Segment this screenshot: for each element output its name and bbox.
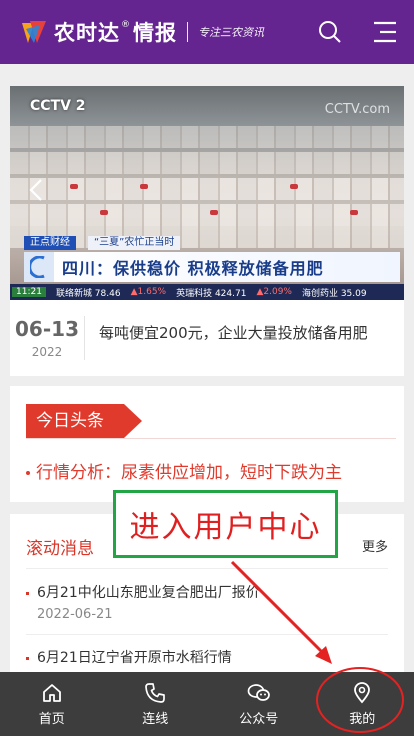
carousel-image[interactable]: CCTV 2 CCTV.com 正点财经 “三夏”农忙正当时 四川：保供稳价 积… (10, 86, 404, 300)
brand-suffix: 情报 (133, 21, 177, 45)
location-pin-icon (354, 681, 371, 703)
caption-divider (84, 316, 85, 360)
carousel-prev-button[interactable] (24, 176, 48, 204)
news-carousel[interactable]: CCTV 2 CCTV.com 正点财经 “三夏”农忙正当时 四川：保供稳价 积… (10, 86, 404, 376)
list-item-title: 6月21中化山东肥业复合肥出厂报价 (37, 585, 260, 601)
registered-mark-icon: ® (121, 20, 130, 30)
carousel-caption[interactable]: 06-13 2022 每吨便宜200元，企业大量投放储备用肥 (10, 300, 404, 376)
ticker-logo-icon (24, 252, 54, 282)
caption-date-md: 06-13 (15, 317, 79, 341)
headline-tag: 今日头条 (26, 404, 124, 438)
nav-item-mine[interactable]: 我的 (311, 672, 414, 736)
top-header: 农时达 ® 情报 专注三农资讯 (0, 0, 414, 64)
stock-item: 联络新城 78.46 (55, 288, 121, 299)
nav-item-home[interactable]: 首页 (0, 672, 104, 736)
headline-divider (26, 438, 396, 439)
list-item-date: 2022-06-21 (37, 607, 113, 622)
stock-change: ▲1.65% (130, 287, 167, 297)
stock-item: 英瑞科技 424.71 (176, 288, 247, 299)
headline-item-text: 行情分析：尿素供应增加，短时下跌为主 (36, 463, 342, 483)
stock-bar: 11:21 联络新城 78.46 ▲1.65% 英瑞科技 424.71 ▲2.0… (10, 284, 404, 300)
chevron-left-icon (29, 179, 42, 201)
caption-date-year: 2022 (31, 345, 63, 359)
bullet-icon (26, 471, 30, 475)
nav-label: 公众号 (239, 711, 279, 727)
stock-time: 11:21 (12, 287, 46, 297)
bullet-icon (26, 591, 29, 595)
channel-logo: CCTV 2 (30, 98, 86, 114)
divider (26, 634, 388, 635)
ticker-topic: “三夏”农忙正当时 (88, 236, 181, 250)
brand-logo-icon (20, 19, 48, 45)
menu-icon[interactable] (370, 18, 398, 46)
bullet-icon (26, 656, 29, 660)
search-icon[interactable] (316, 18, 344, 46)
headline-item[interactable]: 行情分析：尿素供应增加，短时下跌为主 (26, 458, 342, 483)
nav-label: 首页 (38, 711, 65, 727)
bottom-nav: 首页 连线 公众号 我的 (0, 672, 414, 736)
stock-item: 海创药业 35.09 (301, 288, 367, 299)
list-item[interactable]: 6月21日辽宁省开原市水稻行情 (26, 647, 232, 667)
nav-item-call[interactable]: 连线 (104, 672, 208, 736)
stock-change: ▲2.09% (256, 287, 292, 297)
ticker-band: 四川：保供稳价 积极释放储备用肥 (24, 252, 400, 282)
nav-label: 连线 (142, 711, 169, 727)
annotation-text: 进入用户中心 (129, 510, 322, 545)
list-item[interactable]: 6月21中化山东肥业复合肥出厂报价 (26, 582, 260, 602)
brand-name[interactable]: 农时达 (54, 17, 120, 47)
phone-icon (145, 682, 166, 703)
headline-section: 今日头条 行情分析：尿素供应增加，短时下跌为主 (10, 386, 404, 502)
logo-divider (187, 22, 188, 42)
brand-slogan: 专注三农资讯 (198, 26, 264, 39)
ticker-tag: 正点财经 (24, 236, 76, 250)
ticker-headline: 四川：保供稳价 积极释放储备用肥 (62, 259, 324, 278)
nav-label: 我的 (349, 711, 376, 727)
caption-title[interactable]: 每吨便宜200元，企业大量投放储备用肥 (99, 322, 368, 343)
chat-icon (247, 683, 270, 701)
channel-watermark: CCTV.com (324, 102, 390, 117)
annotation-callout: 进入用户中心 (113, 490, 338, 558)
home-icon (42, 683, 61, 702)
list-item-title: 6月21日辽宁省开原市水稻行情 (37, 650, 232, 666)
divider (26, 568, 388, 569)
more-link[interactable]: 更多 (362, 536, 388, 555)
nav-item-official-account[interactable]: 公众号 (207, 672, 311, 736)
caption-date: 06-13 2022 (10, 317, 84, 359)
rolling-news-title: 滚动消息 (26, 539, 94, 559)
